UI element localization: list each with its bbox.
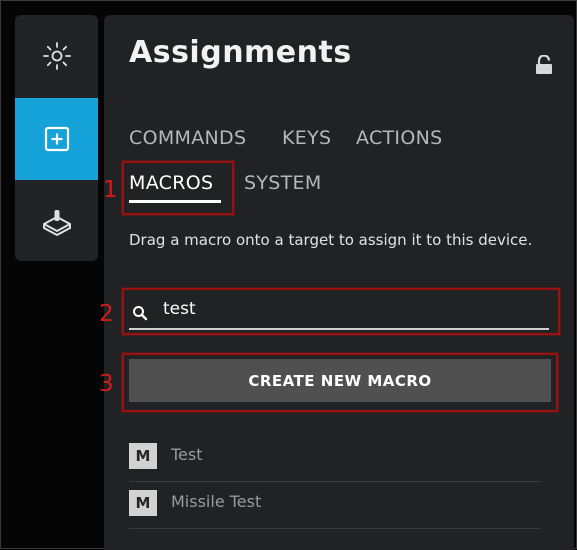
macro-list-item[interactable]: M Missile Test: [129, 482, 541, 529]
tab-commands[interactable]: COMMANDS: [129, 127, 246, 149]
annotation-box-1: [122, 161, 234, 215]
rail-button-device[interactable]: [15, 181, 98, 261]
annotation-number-2: 2: [99, 301, 114, 327]
tab-keys[interactable]: KEYS: [282, 127, 331, 149]
page-title: Assignments: [129, 35, 352, 70]
sun-icon: [42, 42, 71, 70]
rail-button-settings[interactable]: [15, 15, 98, 97]
annotation-box-3: [122, 353, 558, 412]
rail-button-assignments[interactable]: [15, 98, 98, 180]
app-frame: Assignments COMMANDS KEYS ACTIONS MACROS…: [0, 0, 577, 550]
macro-badge: M: [129, 443, 157, 469]
tab-actions[interactable]: ACTIONS: [356, 127, 442, 149]
assignments-panel: Assignments COMMANDS KEYS ACTIONS MACROS…: [104, 15, 574, 550]
lock-icon[interactable]: [535, 55, 553, 75]
annotation-number-1: 1: [103, 177, 118, 203]
tab-system[interactable]: SYSTEM: [244, 172, 322, 194]
macro-name: Missile Test: [171, 492, 262, 511]
instructions-text: Drag a macro onto a target to assign it …: [129, 231, 533, 249]
add-square-icon: [44, 126, 69, 152]
sidebar-rail: [15, 15, 98, 261]
macro-badge: M: [129, 490, 157, 516]
joystick-icon: [42, 210, 71, 236]
annotation-number-3: 3: [99, 371, 114, 397]
macro-list-item[interactable]: M Test: [129, 435, 541, 482]
annotation-box-2: [122, 288, 560, 335]
macro-name: Test: [171, 445, 203, 464]
